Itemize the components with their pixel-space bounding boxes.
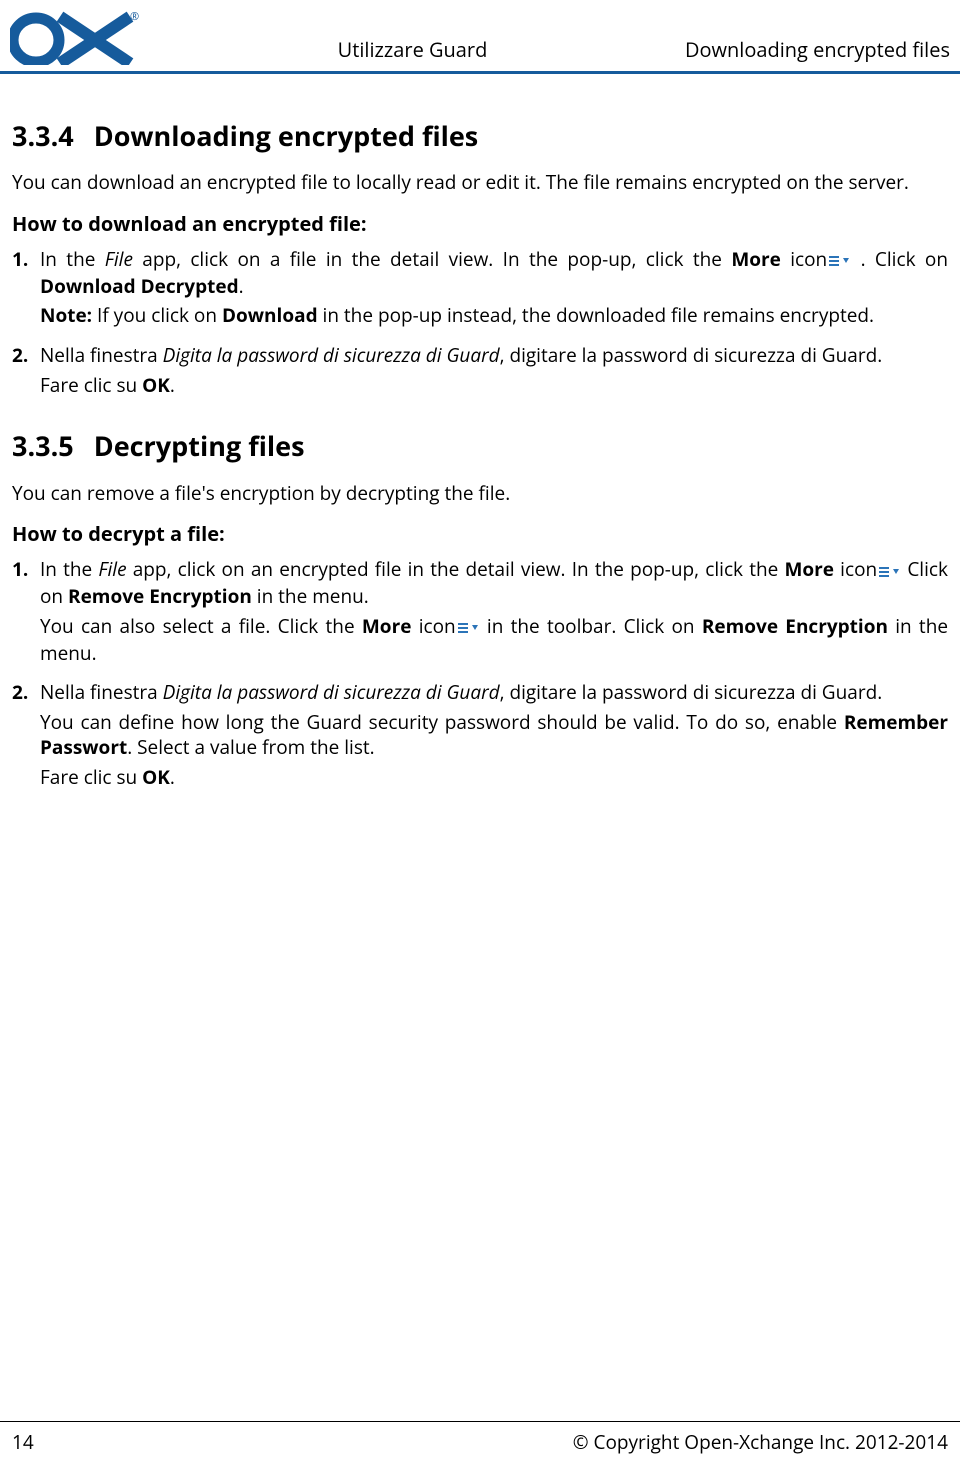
page-number: 14	[12, 1430, 34, 1456]
procedure-title: How to decrypt a file:	[12, 520, 948, 547]
ox-logo-icon: ®	[10, 10, 140, 65]
procedure-title: How to download an encrypted file:	[12, 210, 948, 237]
more-icon	[829, 248, 849, 274]
procedure-list-335: 1. In the File app, click on an encrypte…	[12, 557, 948, 794]
step-number: 2.	[12, 343, 40, 402]
header-center-title: Utilizzare Guard	[140, 36, 685, 65]
list-item: 2. Nella finestra Digita la password di …	[12, 343, 948, 402]
page-footer: 14 © Copyright Open-Xchange Inc. 2012-20…	[0, 1421, 960, 1466]
more-icon	[879, 559, 899, 585]
step-number: 2.	[12, 680, 40, 795]
header-right-title: Downloading encrypted files	[685, 36, 950, 65]
section-heading-335: 3.3.5 Decrypting files	[12, 428, 948, 464]
page-header: ® Utilizzare Guard Downloading encrypted…	[0, 0, 960, 74]
step-number: 1.	[12, 247, 40, 333]
list-item: 1. In the File app, click on a file in t…	[12, 247, 948, 333]
list-item: 1. In the File app, click on an encrypte…	[12, 557, 948, 670]
page-content: 3.3.4 Downloading encrypted files You can…	[0, 74, 960, 795]
section-heading-334: 3.3.4 Downloading encrypted files	[12, 118, 948, 154]
section-intro: You can remove a file's encryption by de…	[12, 481, 948, 507]
section-intro: You can download an encrypted file to lo…	[12, 170, 948, 196]
section-title: Downloading encrypted files	[94, 117, 479, 154]
procedure-list-334: 1. In the File app, click on a file in t…	[12, 247, 948, 402]
list-item: 2. Nella finestra Digita la password di …	[12, 680, 948, 795]
more-icon	[458, 615, 478, 641]
step-number: 1.	[12, 557, 40, 670]
section-number: 3.3.5	[12, 427, 74, 464]
svg-text:®: ®	[130, 10, 139, 24]
copyright: © Copyright Open-Xchange Inc. 2012-2014	[573, 1430, 948, 1456]
section-title: Decrypting files	[94, 427, 305, 464]
section-number: 3.3.4	[12, 117, 74, 154]
logo: ®	[10, 10, 140, 65]
